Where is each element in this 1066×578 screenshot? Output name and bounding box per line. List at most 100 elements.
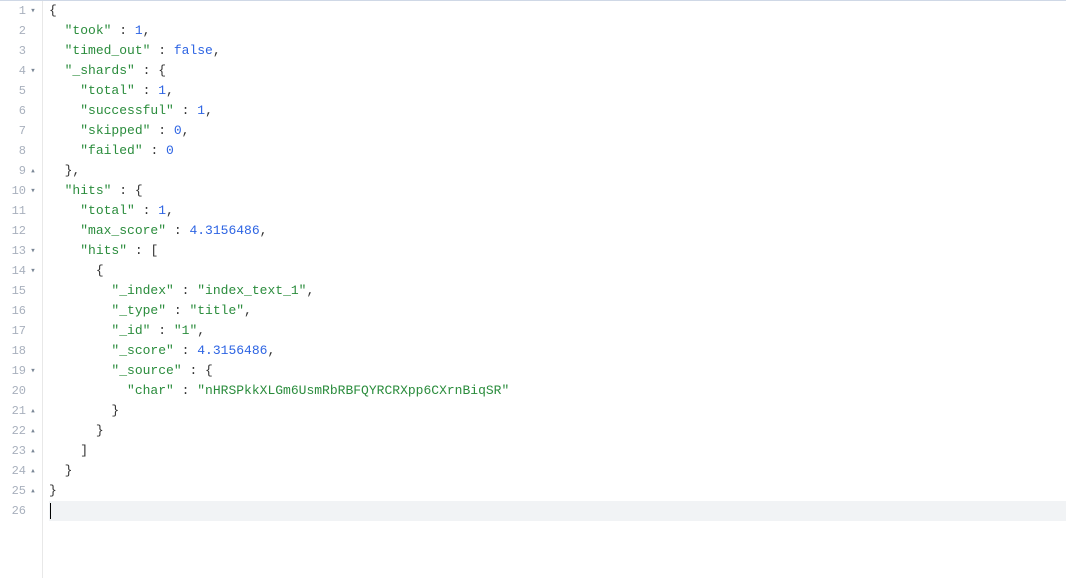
code-area[interactable]: { "took" : 1, "timed_out" : false, "_sha… [43,1,1066,578]
fold-close-icon[interactable]: ▴ [28,166,38,176]
token-num: 1 [158,203,166,218]
token-punc: : [174,383,197,398]
code-line[interactable]: { [49,1,1066,21]
code-line[interactable]: "_source" : { [49,361,1066,381]
token-str: "1" [174,323,197,338]
fold-close-icon[interactable]: ▴ [28,466,38,476]
code-line[interactable]: "skipped" : 0, [49,121,1066,141]
code-line[interactable]: "failed" : 0 [49,141,1066,161]
token-punc: : [182,363,205,378]
token-brace: { [205,363,213,378]
token-brace: { [135,183,143,198]
line-number: 24 [6,461,26,481]
token-key: "took" [65,23,112,38]
line-number: 19 [6,361,26,381]
code-line[interactable]: } [49,401,1066,421]
token-punc: : [174,343,197,358]
code-line[interactable]: } [49,461,1066,481]
token-key: "_index" [111,283,173,298]
text-cursor [50,503,51,519]
line-number: 3 [6,41,26,61]
token-key: "skipped" [80,123,150,138]
code-line[interactable]: ] [49,441,1066,461]
token-key: "total" [80,203,135,218]
code-line[interactable]: "_score" : 4.3156486, [49,341,1066,361]
fold-close-icon[interactable]: ▴ [28,486,38,496]
code-line[interactable]: } [49,481,1066,501]
fold-open-icon[interactable]: ▾ [28,366,38,376]
code-line[interactable]: "hits" : { [49,181,1066,201]
code-line[interactable]: "_type" : "title", [49,301,1066,321]
token-punc: , [72,163,80,178]
line-number: 4 [6,61,26,81]
token-key: "_type" [111,303,166,318]
fold-open-icon[interactable]: ▾ [28,246,38,256]
code-line[interactable]: "total" : 1, [49,81,1066,101]
token-str: "index_text_1" [197,283,306,298]
code-line[interactable]: "hits" : [ [49,241,1066,261]
code-line[interactable]: "_id" : "1", [49,321,1066,341]
code-line[interactable]: "total" : 1, [49,201,1066,221]
code-line[interactable]: }, [49,161,1066,181]
token-key: "_source" [111,363,181,378]
token-key: "_id" [111,323,150,338]
fold-open-icon[interactable]: ▾ [28,266,38,276]
line-number: 12 [6,221,26,241]
fold-none [28,346,38,356]
token-brace: } [111,403,119,418]
code-line[interactable]: { [49,261,1066,281]
fold-none [28,206,38,216]
fold-open-icon[interactable]: ▾ [28,66,38,76]
token-punc: : [135,83,158,98]
token-punc: : [166,223,189,238]
token-num: 1 [135,23,143,38]
line-number: 14 [6,261,26,281]
fold-close-icon[interactable]: ▴ [28,446,38,456]
code-line[interactable] [49,501,1066,521]
line-number: 17 [6,321,26,341]
token-key: "hits" [80,243,127,258]
code-line[interactable]: "char" : "nHRSPkkXLGm6UsmRbRBFQYRCRXpp6C… [49,381,1066,401]
code-line[interactable]: "timed_out" : false, [49,41,1066,61]
code-line[interactable]: "_index" : "index_text_1", [49,281,1066,301]
code-editor[interactable]: 1▾234▾56789▴10▾111213▾14▾1516171819▾2021… [0,0,1066,578]
fold-open-icon[interactable]: ▾ [28,186,38,196]
token-punc: : [150,323,173,338]
fold-close-icon[interactable]: ▴ [28,406,38,416]
token-punc: , [213,43,221,58]
code-line[interactable]: "successful" : 1, [49,101,1066,121]
fold-none [28,126,38,136]
code-line[interactable]: "took" : 1, [49,21,1066,41]
token-key: "successful" [80,103,174,118]
code-line[interactable]: "max_score" : 4.3156486, [49,221,1066,241]
line-number: 5 [6,81,26,101]
token-punc: : [150,43,173,58]
token-key: "timed_out" [65,43,151,58]
token-punc: : [174,103,197,118]
fold-open-icon[interactable]: ▾ [28,6,38,16]
fold-none [28,326,38,336]
token-num: 0 [166,143,174,158]
token-punc: , [197,323,205,338]
token-punc: : [150,123,173,138]
code-line[interactable]: } [49,421,1066,441]
fold-none [28,306,38,316]
token-brace: { [49,3,57,18]
token-brace: { [96,263,104,278]
line-number: 22 [6,421,26,441]
line-number: 15 [6,281,26,301]
code-line[interactable]: "_shards" : { [49,61,1066,81]
token-punc: : [166,303,189,318]
token-key: "_shards" [65,63,135,78]
fold-close-icon[interactable]: ▴ [28,426,38,436]
token-punc: , [205,103,213,118]
fold-none [28,286,38,296]
line-number: 6 [6,101,26,121]
token-brace: { [158,63,166,78]
token-num: 4.3156486 [189,223,259,238]
token-punc: : [111,183,134,198]
line-number-gutter[interactable]: 1▾234▾56789▴10▾111213▾14▾1516171819▾2021… [0,1,43,578]
line-number: 23 [6,441,26,461]
line-number: 7 [6,121,26,141]
token-punc: , [166,83,174,98]
